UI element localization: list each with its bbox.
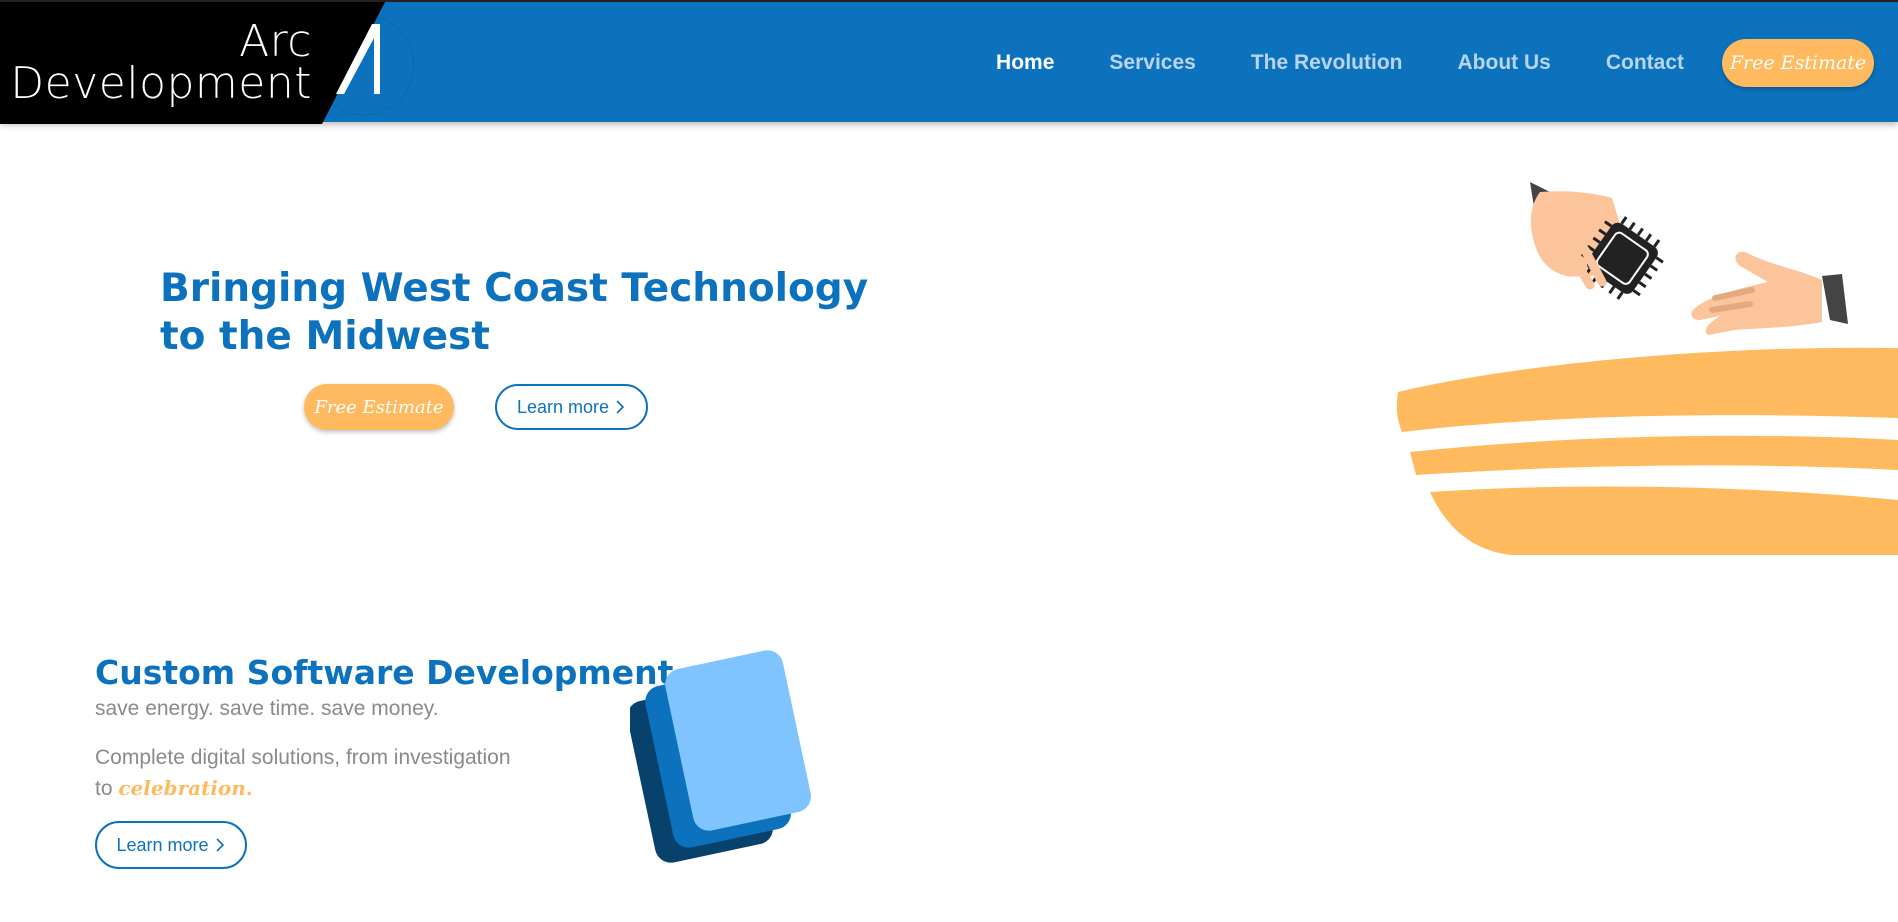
header-free-estimate-button[interactable]: Free Estimate — [1722, 39, 1874, 87]
hero-free-estimate-label: Free Estimate — [314, 396, 444, 418]
service-description-prefix: to — [95, 777, 113, 800]
hero-learn-more-label: Learn more — [516, 396, 610, 417]
service-learn-more-label: Learn more — [116, 834, 209, 855]
service-description: Complete digital solutions, from investi… — [95, 742, 511, 804]
nav-about-us[interactable]: About Us — [1458, 51, 1551, 75]
handshake-chip-illustration — [1396, 182, 1898, 555]
chevron-right-icon — [616, 400, 625, 414]
chevron-right-icon — [215, 838, 224, 852]
page: Arc Development Home Services The Revolu… — [0, 0, 1898, 922]
hero-title: Bringing West Coast Technology to the Mi… — [160, 265, 868, 361]
nav-the-revolution[interactable]: The Revolution — [1251, 51, 1403, 75]
header-free-estimate-label: Free Estimate — [1729, 52, 1867, 74]
nav-contact[interactable]: Contact — [1606, 51, 1684, 75]
main-nav: Home Services The Revolution About Us Co… — [941, 2, 1684, 124]
hero-free-estimate-button[interactable]: Free Estimate — [304, 384, 454, 430]
service-description-line2: to celebration. — [95, 773, 511, 804]
app-header: Arc Development Home Services The Revolu… — [0, 0, 1898, 124]
logo-text-development: Development — [10, 58, 312, 109]
service-description-highlight: celebration. — [118, 776, 253, 800]
stacked-cards-icon — [630, 650, 811, 863]
service-learn-more-button[interactable]: Learn more — [95, 821, 247, 869]
nav-home[interactable]: Home — [996, 51, 1054, 75]
service-title: Custom Software Development — [95, 653, 674, 692]
hero-title-line1: Bringing West Coast Technology — [160, 266, 869, 311]
hero-title-line2: to the Midwest — [160, 314, 490, 359]
hero-learn-more-button[interactable]: Learn more — [495, 384, 648, 430]
logo-home-link[interactable]: Arc Development — [0, 2, 420, 124]
nav-services[interactable]: Services — [1109, 51, 1195, 75]
service-subtitle: save energy. save time. save money. — [95, 697, 439, 720]
service-description-line1: Complete digital solutions, from investi… — [95, 746, 511, 769]
